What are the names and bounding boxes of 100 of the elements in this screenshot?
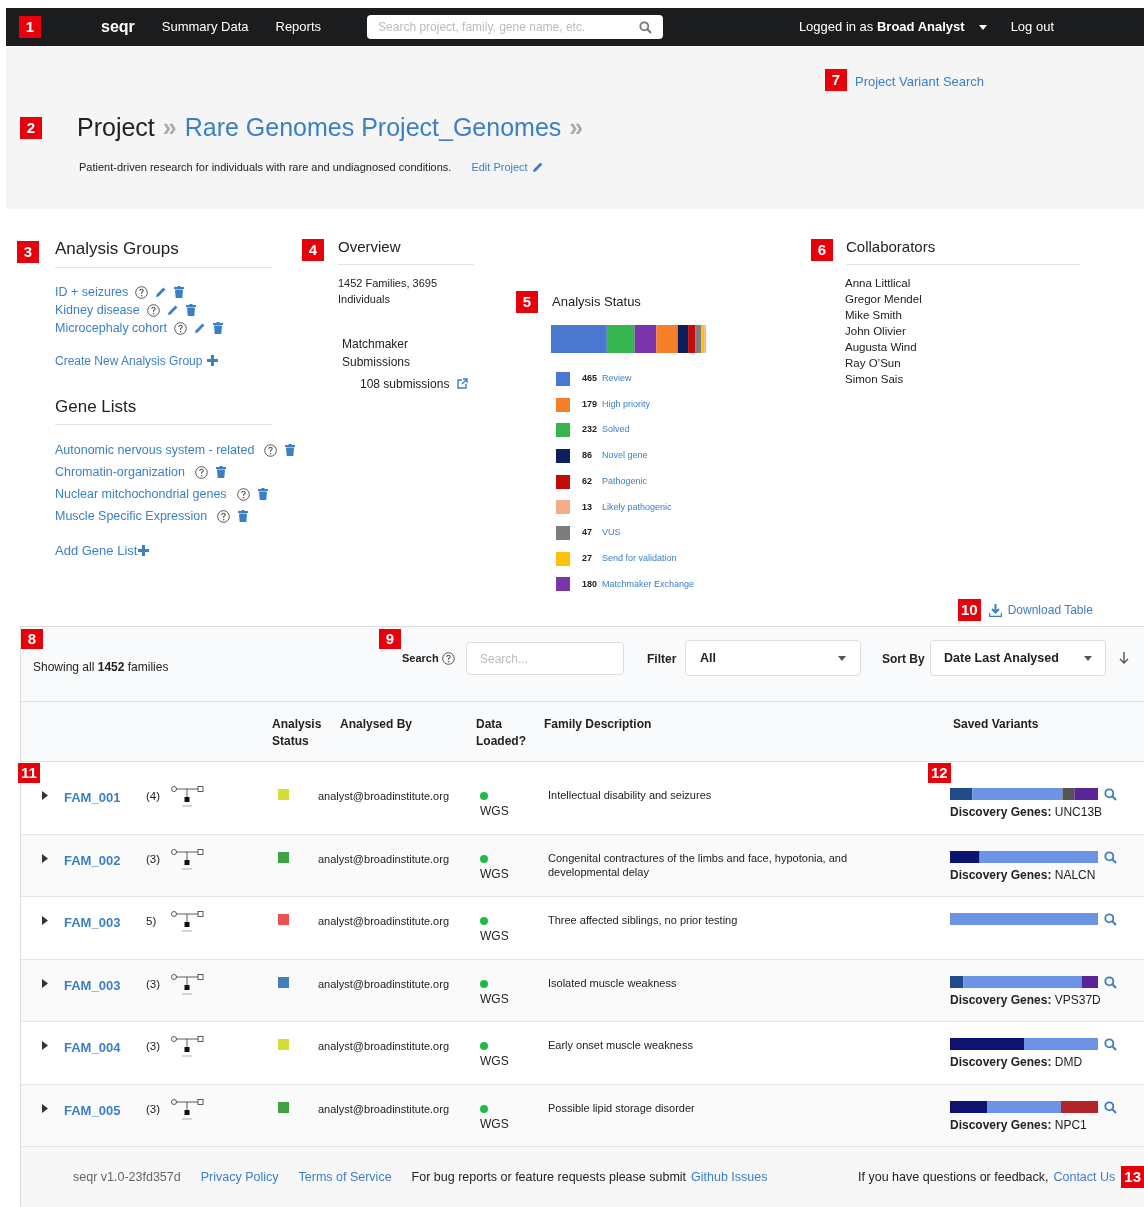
search-icon[interactable] [1104, 913, 1117, 926]
footer-link[interactable]: Privacy Policy [200, 1167, 279, 1187]
edit-project-link[interactable]: Edit Project [471, 159, 544, 176]
annotation-marker: 7 [825, 68, 847, 91]
project-description: Patient-driven research for individuals with rare and undiagnosed conditions. [79, 160, 452, 175]
legend-count: 62 [582, 474, 593, 488]
individual-count: (3) [146, 1101, 162, 1117]
plus-icon [207, 355, 219, 366]
help-icon [135, 285, 149, 299]
analysis-group-link[interactable]: Kidney disease [55, 300, 140, 320]
expand-icon [42, 1103, 48, 1113]
legend-link[interactable]: Send for validation [602, 551, 677, 566]
caret-icon [1084, 655, 1092, 661]
legend-link[interactable]: Matchmaker Exchange [602, 577, 695, 592]
gene-list-link[interactable]: Chromatin-organization [55, 462, 185, 482]
search-icon[interactable] [1104, 850, 1117, 864]
individual-count: (3) [146, 976, 162, 992]
family-description: Intellectual disability and seizures [548, 788, 713, 802]
column-header: Analysis Status [272, 716, 323, 750]
caret-icon [838, 655, 846, 661]
annotation-marker: 12 [928, 763, 951, 783]
plus-icon [138, 545, 150, 557]
analysis-group-link[interactable]: Microcephaly cohort [55, 318, 167, 338]
search-icon[interactable] [1104, 788, 1117, 801]
annotation-marker: 1 [19, 16, 41, 38]
footer-link[interactable]: Terms of Service [298, 1167, 392, 1187]
family-description: Possible lipid storage disorder [548, 1100, 696, 1115]
gene-list-link[interactable]: Autonomic nervous system - related [55, 440, 255, 460]
family-link[interactable]: FAM_001 [64, 788, 146, 808]
legend-link[interactable]: Novel gene [602, 449, 648, 463]
variant-search-link[interactable]: Project Variant Search [855, 72, 985, 92]
family-description: Congenital contractures of the limbs and face, hypotonia, and developmental delay [548, 850, 848, 879]
help-icon [173, 321, 187, 335]
github-issues-link[interactable]: Github Issues [691, 1167, 768, 1187]
legend-count: 86 [582, 449, 593, 463]
showing-count: Showing all 1452 families [33, 659, 169, 676]
logout-link[interactable]: Log out [1010, 17, 1054, 37]
family-link[interactable]: FAM_004 [64, 1038, 146, 1058]
family-description: Early onset muscle weakness [548, 1038, 694, 1052]
family-link[interactable]: FAM_002 [64, 850, 146, 870]
annotation-marker: 9 [379, 629, 401, 649]
pencil-icon [166, 304, 179, 316]
external-link-icon [457, 378, 469, 389]
expand-icon [42, 978, 48, 988]
section-title: Gene Lists [55, 393, 272, 425]
filter-dropdown[interactable]: All [685, 640, 861, 676]
column-header: Family Description [544, 716, 653, 733]
legend-link[interactable]: Review [602, 372, 632, 386]
add-gene-list-link[interactable]: Add Gene List [55, 541, 302, 561]
legend-link[interactable]: High priority [602, 397, 650, 412]
expand-icon [42, 1041, 48, 1050]
gene-list-link[interactable]: Nuclear mitchochondrial genes [55, 484, 227, 504]
annotation-marker: 4 [302, 239, 324, 262]
family-link[interactable]: FAM_005 [64, 1100, 146, 1120]
search-icon[interactable] [1104, 1038, 1117, 1051]
legend-link[interactable]: Pathogenic [602, 474, 648, 489]
sort-dropdown[interactable]: Date Last Analysed [930, 640, 1106, 676]
annotation-marker: 6 [811, 239, 833, 262]
column-header: Data Loaded? [476, 716, 527, 750]
create-group-link[interactable]: Create New Analysis Group [55, 351, 302, 370]
analyst-email: analyst@broadinstitute.org [318, 789, 451, 804]
family-link[interactable]: FAM_003 [64, 913, 146, 933]
discovery-genes: Discovery Genes: UNC13B [950, 804, 1100, 821]
analyst-email: analyst@broadinstitute.org [318, 1039, 451, 1054]
legend-link[interactable]: Likely pathogenic [602, 500, 672, 515]
nav-link[interactable]: Summary Data [161, 17, 249, 37]
family-link[interactable]: FAM_003 [64, 975, 146, 995]
annotation-marker: 3 [17, 240, 39, 263]
breadcrumb-separator: » [569, 112, 584, 143]
column-header: Saved Variants [953, 716, 1040, 733]
legend-count: 179 [582, 397, 599, 411]
search-icon[interactable] [1104, 1100, 1117, 1114]
nav-link[interactable]: Reports [275, 17, 322, 37]
trash-icon [215, 466, 226, 478]
legend-count: 13 [582, 500, 593, 514]
project-name[interactable]: Rare Genomes Project_Genomes [184, 109, 562, 147]
legend-link[interactable]: Solved [602, 423, 630, 437]
legend-link[interactable]: VUS [602, 526, 621, 540]
annotation-marker: 10 [958, 599, 981, 621]
section-title: Collaborators [846, 236, 1080, 265]
analysis-group-link[interactable]: ID + seizures [55, 282, 129, 302]
family-description: Three affected siblings, no prior testing [548, 913, 739, 927]
search-icon[interactable] [1104, 975, 1117, 989]
individual-count: (3) [146, 851, 162, 867]
trash-icon [238, 510, 249, 522]
user-menu[interactable]: Logged in as Broad Analyst [798, 17, 987, 37]
download-table-link[interactable]: Download Table [988, 601, 1093, 619]
collaborator-name: Augusta Wind [845, 339, 918, 355]
section-title: Analysis Status [552, 293, 641, 312]
seqr-logo[interactable]: seqr [101, 15, 135, 39]
contact-us-link[interactable]: Contact Us [1053, 1167, 1116, 1187]
submissions-link[interactable]: 108 submissions [360, 374, 516, 393]
family-description: Isolated muscle weakness [548, 975, 678, 990]
individual-count: (3) [146, 1039, 162, 1054]
trash-icon [174, 286, 185, 298]
family-summary: 1452 Families, 3695 Individuals [338, 275, 439, 307]
analyst-email: analyst@broadinstitute.org [318, 976, 451, 992]
annotation-marker: 8 [21, 629, 43, 649]
gene-list-link[interactable]: Muscle Specific Expression [55, 506, 208, 526]
trash-icon [185, 304, 196, 316]
